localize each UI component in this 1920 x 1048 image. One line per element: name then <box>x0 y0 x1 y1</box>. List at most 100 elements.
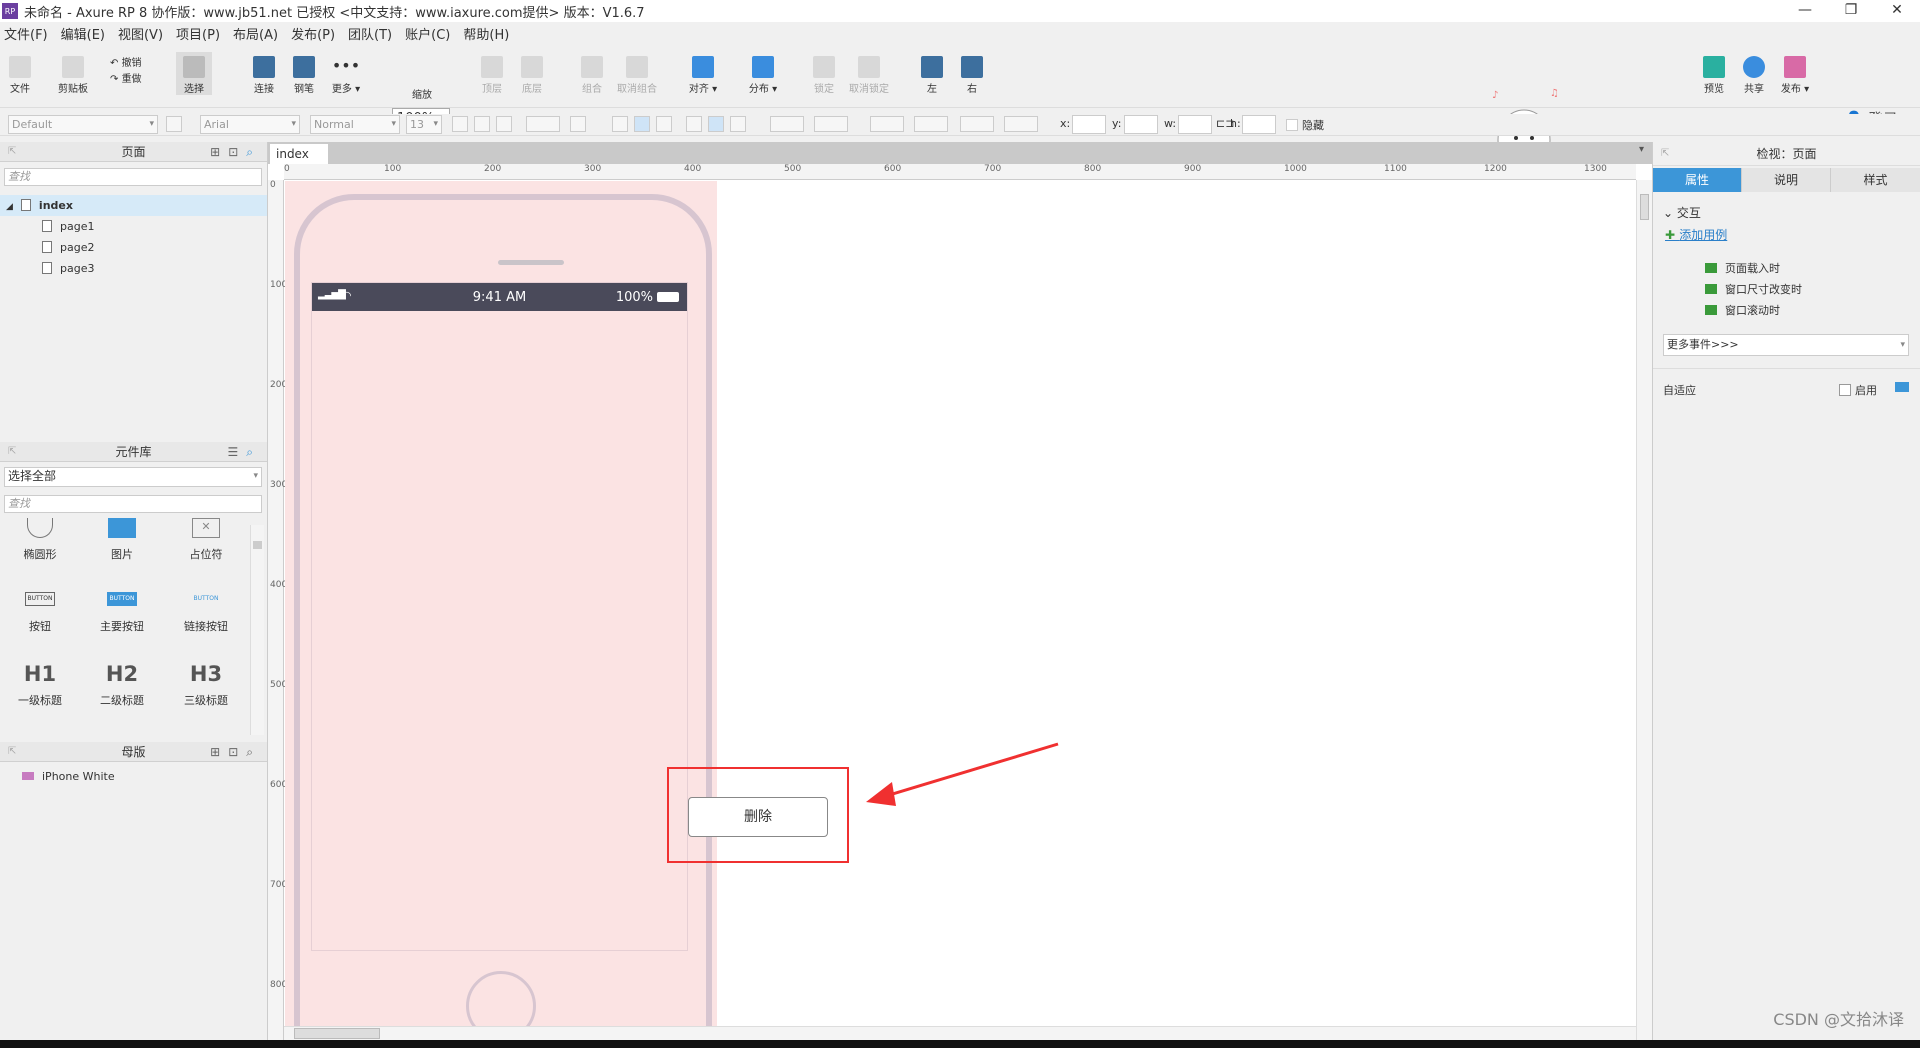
library-scrollbar[interactable] <box>250 525 264 735</box>
line-style-icon[interactable] <box>960 116 994 132</box>
pin-icon[interactable]: ⇱ <box>8 742 16 762</box>
connect-tool[interactable]: 连接 <box>250 52 278 95</box>
font-color-icon[interactable] <box>526 116 560 132</box>
tab-notes[interactable]: 说明 <box>1742 168 1831 192</box>
canvas-horizontal-scrollbar[interactable] <box>284 1026 1636 1040</box>
search-icon[interactable]: ⌕ <box>246 445 261 459</box>
ungroup-tool[interactable]: 取消组合 <box>614 52 660 95</box>
page-item-page1[interactable]: page1 <box>0 216 267 237</box>
group-tool[interactable]: 组合 <box>578 52 606 95</box>
search-icon[interactable]: ⌕ <box>246 145 261 159</box>
menu-help[interactable]: 帮助(H) <box>463 24 509 43</box>
vertical-scroll-thumb[interactable] <box>1640 194 1649 220</box>
widget-ellipse[interactable]: 椭圆形 <box>0 518 80 562</box>
adaptive-settings-icon[interactable] <box>1895 382 1909 392</box>
line-width-icon[interactable] <box>914 116 948 132</box>
delete-button[interactable]: 删除 <box>688 797 828 837</box>
publish-button[interactable]: 发布 ▾ <box>1778 52 1812 95</box>
pages-search-input[interactable]: 查找 <box>4 168 262 186</box>
widget-placeholder[interactable]: ✕ 占位符 <box>166 518 246 562</box>
event-window-resize[interactable]: 窗口尺寸改变时 <box>1705 281 1802 297</box>
page-item-page2[interactable]: page2 <box>0 237 267 258</box>
adaptive-enable-checkbox[interactable] <box>1839 384 1851 396</box>
menu-edit[interactable]: 编辑(E) <box>61 24 105 43</box>
horizontal-scroll-thumb[interactable] <box>294 1028 380 1039</box>
pin-icon[interactable]: ⇱ <box>1661 142 1669 166</box>
font-select[interactable]: Arial <box>200 115 300 134</box>
widget-image[interactable]: 图片 <box>82 518 162 562</box>
align-tool[interactable]: 对齐 ▾ <box>686 52 720 95</box>
bullet-list-icon[interactable] <box>570 116 586 132</box>
redo-button[interactable]: ↷ 重做 <box>110 70 150 85</box>
share-button[interactable]: 共享 <box>1740 52 1768 95</box>
pen-tool[interactable]: 钢笔 <box>290 52 318 95</box>
menu-file[interactable]: 文件(F) <box>4 24 48 43</box>
event-window-scroll[interactable]: 窗口滚动时 <box>1705 302 1780 318</box>
widget-primary-button[interactable]: BUTTON 主要按钮 <box>82 592 162 634</box>
widget-h1[interactable]: H1 一级标题 <box>0 662 80 708</box>
tab-style[interactable]: 样式 <box>1831 168 1920 192</box>
minimize-button[interactable]: — <box>1782 0 1828 22</box>
weight-select[interactable]: Normal <box>310 115 400 134</box>
x-input[interactable] <box>1072 115 1106 134</box>
add-master-icon[interactable]: ⊞ <box>210 745 228 759</box>
tab-dropdown-icon[interactable]: ▾ <box>1639 144 1644 155</box>
top-layer-tool[interactable]: 顶层 <box>478 52 506 95</box>
arrow-style-icon[interactable] <box>1004 116 1038 132</box>
add-page-icon[interactable]: ⊞ <box>210 145 228 159</box>
select-tool[interactable]: 选择 <box>176 52 212 95</box>
add-folder-icon[interactable]: ⊡ <box>228 745 246 759</box>
page-item-index[interactable]: ◢ index <box>0 195 267 216</box>
menu-layout[interactable]: 布局(A) <box>233 24 278 43</box>
undo-button[interactable]: ↶ 撤销 <box>110 54 150 69</box>
tab-properties[interactable]: 属性 <box>1653 168 1742 192</box>
style-select[interactable]: Default <box>8 115 158 134</box>
add-folder-icon[interactable]: ⊡ <box>228 145 246 159</box>
widget-link-button[interactable]: BUTTON 链接按钮 <box>166 592 246 634</box>
menu-account[interactable]: 账户(C) <box>405 24 450 43</box>
library-select[interactable]: 选择全部 <box>4 467 262 487</box>
fill-color-icon[interactable] <box>770 116 804 132</box>
valign-middle-icon[interactable] <box>708 116 724 132</box>
interaction-section[interactable]: ⌄ 交互 <box>1663 204 1701 221</box>
shadow-icon[interactable] <box>814 116 848 132</box>
library-scroll-thumb[interactable] <box>253 541 262 549</box>
lock-tool[interactable]: 锁定 <box>810 52 838 95</box>
close-button[interactable]: ✕ <box>1874 0 1920 22</box>
menu-icon[interactable]: ☰ <box>228 445 247 459</box>
event-page-load[interactable]: 页面载入时 <box>1705 260 1780 276</box>
menu-publish[interactable]: 发布(P) <box>291 24 335 43</box>
file-tool[interactable]: 文件 <box>6 52 34 95</box>
widget-button[interactable]: BUTTON 按钮 <box>0 592 80 634</box>
restore-button[interactable]: ❐ <box>1828 0 1874 22</box>
align-right-icon[interactable] <box>656 116 672 132</box>
hidden-checkbox[interactable] <box>1286 119 1298 131</box>
left-panel-toggle[interactable]: 左 <box>918 52 946 95</box>
expand-triangle-icon[interactable]: ◢ <box>6 202 13 212</box>
valign-bottom-icon[interactable] <box>730 116 746 132</box>
menu-project[interactable]: 项目(P) <box>176 24 220 43</box>
clipboard-tool[interactable]: 剪贴板 <box>56 52 90 95</box>
line-color-icon[interactable] <box>870 116 904 132</box>
tab-index[interactable]: index × <box>270 144 328 181</box>
more-events-select[interactable]: 更多事件>>> <box>1663 334 1909 356</box>
underline-icon[interactable] <box>496 116 512 132</box>
menu-team[interactable]: 团队(T) <box>348 24 392 43</box>
canvas-vertical-scrollbar[interactable] <box>1636 180 1652 1040</box>
pin-icon[interactable]: ⇱ <box>8 142 16 162</box>
more-tool[interactable]: ••• 更多 ▾ <box>328 52 364 95</box>
master-item-iphone-white[interactable]: iPhone White <box>0 766 267 787</box>
right-panel-toggle[interactable]: 右 <box>958 52 986 95</box>
unlock-tool[interactable]: 取消锁定 <box>846 52 892 95</box>
widget-h2[interactable]: H2 二级标题 <box>82 662 162 708</box>
valign-top-icon[interactable] <box>686 116 702 132</box>
distribute-tool[interactable]: 分布 ▾ <box>746 52 780 95</box>
style-edit-icon[interactable] <box>166 116 182 132</box>
widget-h3[interactable]: H3 三级标题 <box>166 662 246 708</box>
align-left-icon[interactable] <box>612 116 628 132</box>
h-input[interactable] <box>1242 115 1276 134</box>
pin-icon[interactable]: ⇱ <box>8 442 16 462</box>
w-input[interactable] <box>1178 115 1212 134</box>
bottom-layer-tool[interactable]: 底层 <box>518 52 546 95</box>
add-case-link[interactable]: ✚ 添加用例 <box>1665 226 1727 243</box>
